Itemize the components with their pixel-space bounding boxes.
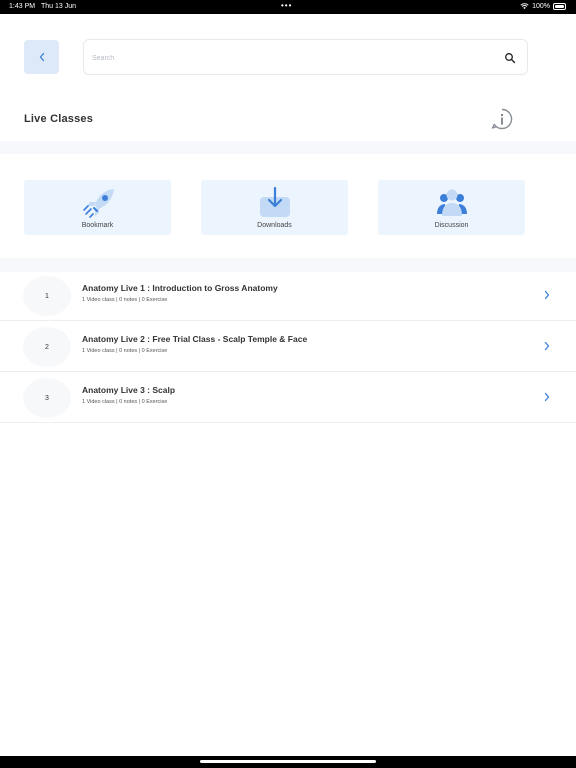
wifi-icon <box>520 3 529 10</box>
search-icon[interactable] <box>504 52 516 64</box>
class-title: Anatomy Live 1 : Introduction to Gross A… <box>82 283 278 293</box>
multitask-dots[interactable]: ••• <box>281 1 292 10</box>
chevron-right-icon[interactable] <box>543 341 551 351</box>
chevron-right-icon[interactable] <box>543 290 551 300</box>
status-bar: 1:43 PM Thu 13 Jun ••• 100% <box>0 0 576 14</box>
status-time: 1:43 PM <box>9 3 36 10</box>
discussion-card[interactable]: Discussion <box>378 180 525 235</box>
info-icon[interactable] <box>490 107 514 131</box>
quick-links: Bookmark Downloads Discussion <box>0 180 576 236</box>
back-button[interactable] <box>24 40 59 74</box>
class-row[interactable]: 3 Anatomy Live 3 : Scalp 1 Video class |… <box>0 372 576 423</box>
chevron-left-icon <box>39 52 44 62</box>
rocket-icon <box>82 189 114 218</box>
search-input[interactable] <box>92 49 492 67</box>
bookmark-card[interactable]: Bookmark <box>24 180 171 235</box>
page-title: Live Classes <box>24 113 94 125</box>
downloads-label: Downloads <box>257 222 292 229</box>
discussion-label: Discussion <box>434 222 469 229</box>
class-meta: 1 Video class | 0 notes | 0 Exercise <box>82 399 168 405</box>
class-number: 2 <box>23 327 71 367</box>
class-number: 1 <box>23 276 71 316</box>
bookmark-label: Bookmark <box>81 222 114 229</box>
section-divider <box>0 141 576 154</box>
download-icon <box>259 186 290 217</box>
class-list: 1 Anatomy Live 1 : Introduction to Gross… <box>0 270 576 423</box>
home-indicator <box>0 756 576 768</box>
class-meta: 1 Video class | 0 notes | 0 Exercise <box>82 297 168 303</box>
chevron-right-icon[interactable] <box>543 392 551 402</box>
class-title: Anatomy Live 3 : Scalp <box>82 385 176 395</box>
class-row[interactable]: 2 Anatomy Live 2 : Free Trial Class - Sc… <box>0 321 576 372</box>
downloads-card[interactable]: Downloads <box>201 180 348 235</box>
class-meta: 1 Video class | 0 notes | 0 Exercise <box>82 348 168 354</box>
search-box[interactable] <box>83 39 528 75</box>
class-row[interactable]: 1 Anatomy Live 1 : Introduction to Gross… <box>0 270 576 321</box>
home-indicator-bar[interactable] <box>200 760 376 763</box>
battery-percent: 100% <box>532 2 550 10</box>
people-icon <box>436 189 467 216</box>
status-right: 100% <box>520 2 566 10</box>
class-number: 3 <box>23 378 71 418</box>
status-date: Thu 13 Jun <box>41 3 77 10</box>
battery-icon <box>553 2 566 10</box>
class-title: Anatomy Live 2 : Free Trial Class - Scal… <box>82 334 308 344</box>
